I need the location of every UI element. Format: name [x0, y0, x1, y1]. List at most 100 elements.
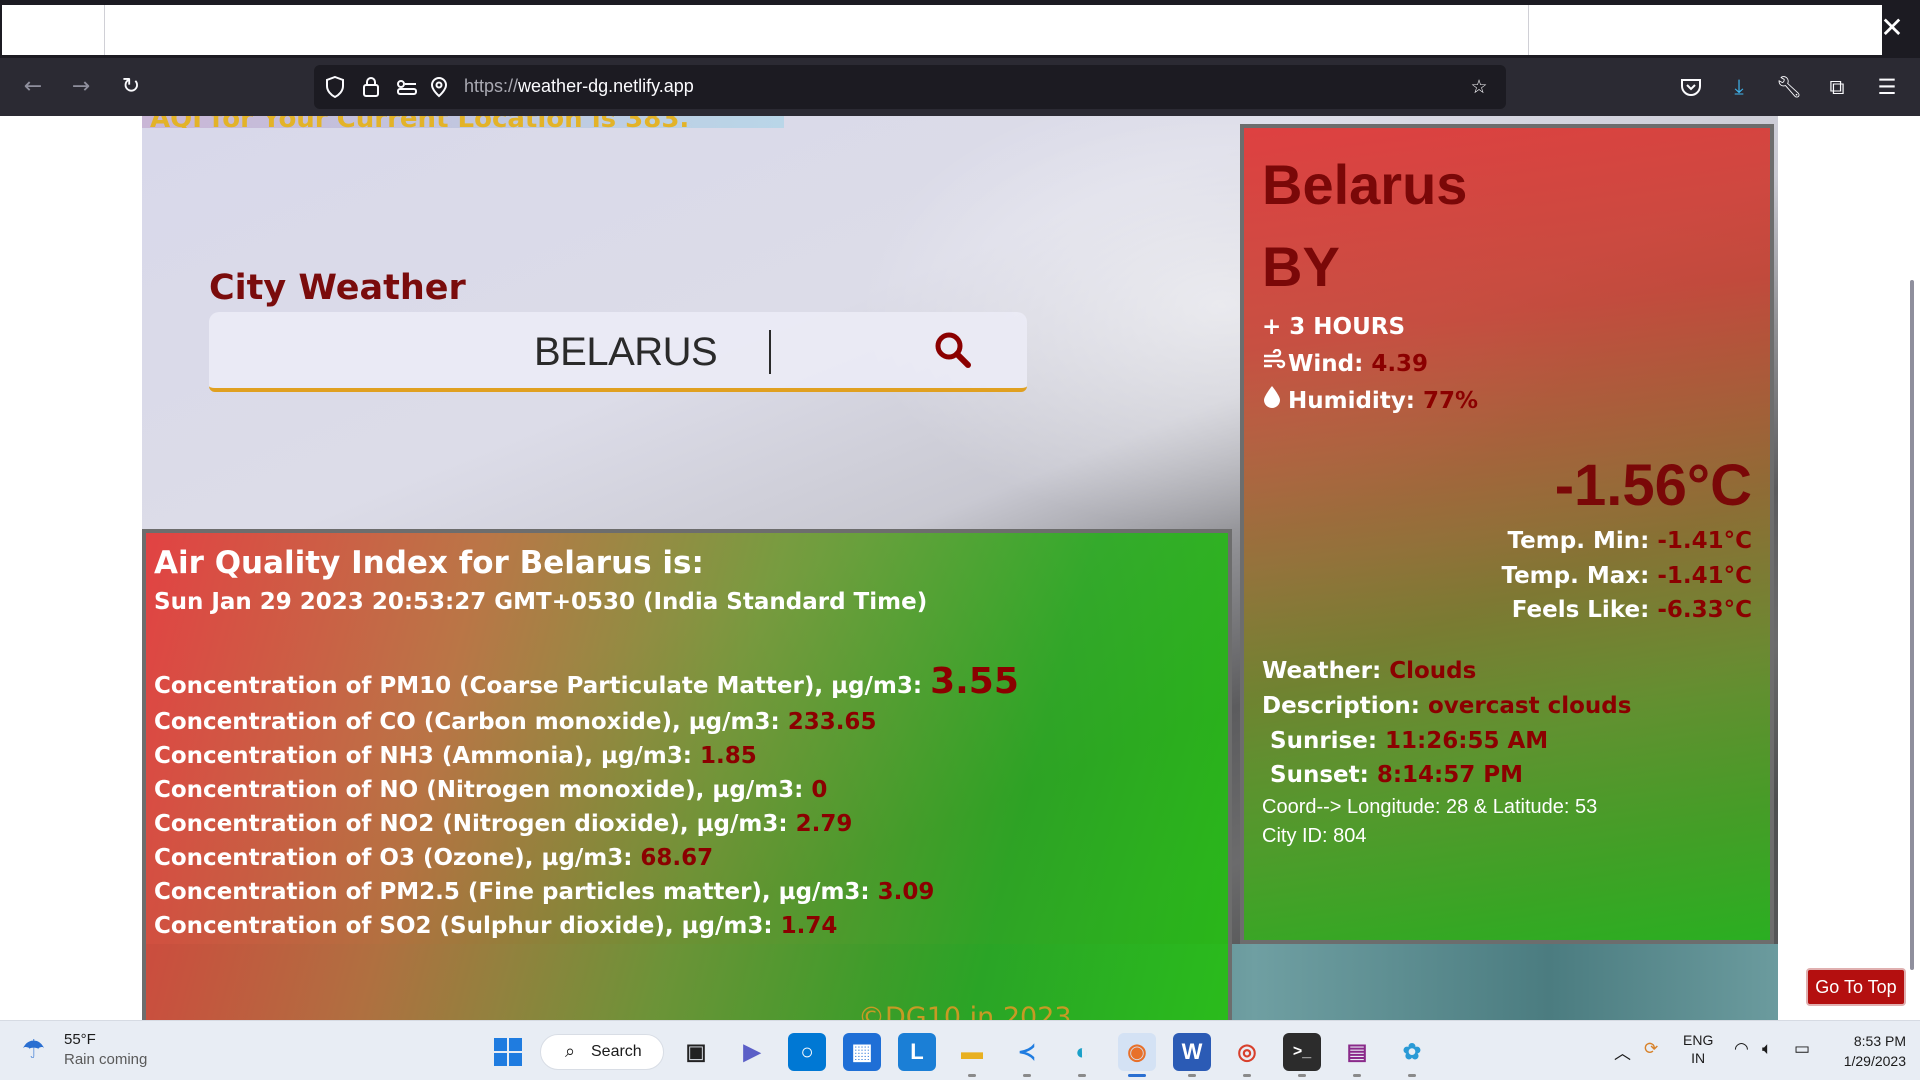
forward-icon[interactable]: →	[64, 70, 98, 104]
aqi-row-no: Concentration of NO (Nitrogen monoxide),…	[154, 777, 827, 803]
city-weather-label: City Weather	[209, 268, 466, 308]
microsoft-store-icon[interactable]: ▦	[843, 1033, 881, 1071]
edge-icon[interactable]: ◐	[1063, 1033, 1101, 1071]
aqi-row-so2: Concentration of SO2 (Sulphur dioxide), …	[154, 913, 837, 939]
sync-icon[interactable]: ⟳	[1644, 1039, 1658, 1059]
reload-icon[interactable]: ↻	[114, 70, 148, 104]
navigation-bar: ← → ↻ https://weather-dg.netlify.app ☆ ⤓…	[0, 58, 1920, 116]
aqi-label: Concentration of SO2 (Sulphur dioxide), …	[154, 913, 773, 939]
tools-wrench-icon[interactable]: 🔧︎	[1772, 70, 1806, 104]
sunset-value: 8:14:57 PM	[1376, 762, 1523, 788]
tracking-protection-icon[interactable]	[320, 71, 350, 103]
running-indicator	[968, 1074, 976, 1077]
volume-icon[interactable]: 🔈︎	[1762, 1039, 1772, 1059]
paint-3d-icon[interactable]: ✿	[1393, 1033, 1431, 1071]
tab-separator	[1528, 5, 1529, 55]
weather-widget-temp: 55°F	[64, 1031, 96, 1048]
running-indicator	[1243, 1074, 1251, 1077]
downloads-icon[interactable]: ⤓	[1722, 70, 1756, 104]
bookmark-star-icon[interactable]: ☆	[1464, 71, 1494, 103]
feels-like-value: -6.33°C	[1657, 597, 1752, 623]
taskbar-search-label: Search	[591, 1043, 642, 1060]
vscode-icon[interactable]: ≺	[1008, 1033, 1046, 1071]
running-indicator	[1078, 1074, 1086, 1077]
permissions-icon[interactable]	[392, 71, 422, 103]
tab-strip[interactable]	[2, 5, 1882, 55]
text-caret	[769, 330, 771, 374]
wifi-icon[interactable]: ◠	[1734, 1039, 1749, 1059]
menu-hamburger-icon[interactable]: ☰	[1870, 70, 1904, 104]
current-location-aqi-banner: AQI for Your Current Location is 383.	[142, 116, 784, 128]
cortana-icon[interactable]: ○	[788, 1033, 826, 1071]
aqi-value: 1.85	[699, 743, 757, 769]
wind-line: Wind: 4.39	[1262, 348, 1429, 377]
sunrise-label: Sunrise:	[1270, 728, 1378, 754]
close-window-icon[interactable]: ✕	[1878, 12, 1906, 44]
temp-min-label: Temp. Min:	[1507, 528, 1650, 554]
back-icon[interactable]: ←	[16, 70, 50, 104]
wind-icon	[1262, 348, 1288, 377]
chrome-icon[interactable]: ◎	[1228, 1033, 1266, 1071]
aqi-row-o3: Concentration of O3 (Ozone), µg/m3: 68.6…	[154, 845, 713, 871]
running-indicator	[1353, 1074, 1361, 1077]
weather-main-line: Weather: Clouds	[1262, 658, 1476, 684]
humidity-label: Humidity:	[1288, 388, 1416, 414]
winrar-icon[interactable]: ▤	[1338, 1033, 1376, 1071]
aqi-label: Concentration of O3 (Ozone), µg/m3:	[154, 845, 633, 871]
humidity-value: 77%	[1423, 388, 1479, 414]
aqi-label: Concentration of PM2.5 (Fine particles m…	[154, 879, 870, 905]
task-view-icon[interactable]: ▣	[677, 1033, 715, 1071]
file-explorer-icon[interactable]: ▬	[953, 1033, 991, 1071]
weather-value: Clouds	[1389, 658, 1477, 684]
battery-icon[interactable]: ▭	[1794, 1039, 1810, 1059]
active-app-indicator	[1128, 1074, 1146, 1077]
taskbar-weather-widget[interactable]: ☂ 55°F Rain coming	[22, 1031, 182, 1073]
go-to-top-button[interactable]: Go To Top	[1806, 968, 1906, 1006]
clock-time: 8:53 PM	[1853, 1033, 1906, 1049]
system-clock[interactable]: 8:53 PM 1/29/2023	[1826, 1031, 1906, 1071]
wind-value: 4.39	[1371, 351, 1429, 377]
city-search-input[interactable]: BELARUS	[534, 330, 718, 375]
timezone-offset: + 3 HOURS	[1262, 314, 1406, 340]
lang-region: IN	[1691, 1050, 1706, 1066]
extensions-icon[interactable]: ⧉	[1820, 70, 1854, 104]
country-name: Belarus	[1262, 153, 1468, 216]
lang-code: ENG	[1683, 1032, 1714, 1048]
terminal-icon[interactable]: >_	[1283, 1033, 1321, 1071]
aqi-value: 1.74	[780, 913, 838, 939]
page-viewport: AQI for Your Current Location is 383. Ci…	[0, 116, 1920, 1020]
pocket-icon[interactable]	[1674, 70, 1708, 104]
aqi-value: 68.67	[640, 845, 714, 871]
input-language[interactable]: ENG IN	[1683, 1031, 1713, 1067]
url-text[interactable]: https://weather-dg.netlify.app	[464, 76, 694, 97]
scrollbar-thumb[interactable]	[1910, 280, 1914, 970]
aqi-label: Concentration of NO (Nitrogen monoxide),…	[154, 777, 804, 803]
word-icon[interactable]: W	[1173, 1033, 1211, 1071]
firefox-icon[interactable]: ◉	[1118, 1033, 1156, 1071]
l-app-icon[interactable]: L	[898, 1033, 936, 1071]
city-search-box[interactable]: BELARUS	[209, 312, 1027, 392]
url-protocol: https://	[464, 76, 519, 96]
description-label: Description:	[1262, 693, 1420, 719]
url-bar[interactable]: https://weather-dg.netlify.app ☆	[314, 65, 1506, 109]
aqi-value: 3.09	[877, 879, 935, 905]
search-glass-icon: ⌕	[565, 1041, 576, 1062]
current-temperature: -1.56°C	[1554, 453, 1752, 518]
start-windows-icon[interactable]	[489, 1033, 527, 1071]
temp-min-value: -1.41°C	[1657, 528, 1752, 554]
running-indicator	[1023, 1074, 1031, 1077]
show-hidden-icons-chevron-icon[interactable]: ︿	[1614, 1039, 1631, 1064]
aqi-row-nh3: Concentration of NH3 (Ammonia), µg/m3: 1…	[154, 743, 757, 769]
teams-chat-icon[interactable]: ▶	[733, 1033, 771, 1071]
sunset-line: Sunset: 8:14:57 PM	[1270, 762, 1523, 788]
search-icon[interactable]	[931, 328, 975, 372]
sunrise-line: Sunrise: 11:26:55 AM	[1270, 728, 1548, 754]
lock-icon[interactable]	[356, 71, 386, 103]
taskbar-search[interactable]: ⌕ Search	[540, 1034, 664, 1070]
feels-like-label: Feels Like:	[1511, 597, 1650, 623]
aqi-row-pm10: Concentration of PM10 (Coarse Particulat…	[154, 661, 1019, 702]
footer-credit[interactable]: ©DG10.in 2023	[858, 1002, 1072, 1020]
location-icon[interactable]	[424, 71, 454, 103]
aqi-row-co: Concentration of CO (Carbon monoxide), µ…	[154, 709, 876, 735]
city-id-text: City ID: 804	[1262, 825, 1367, 847]
